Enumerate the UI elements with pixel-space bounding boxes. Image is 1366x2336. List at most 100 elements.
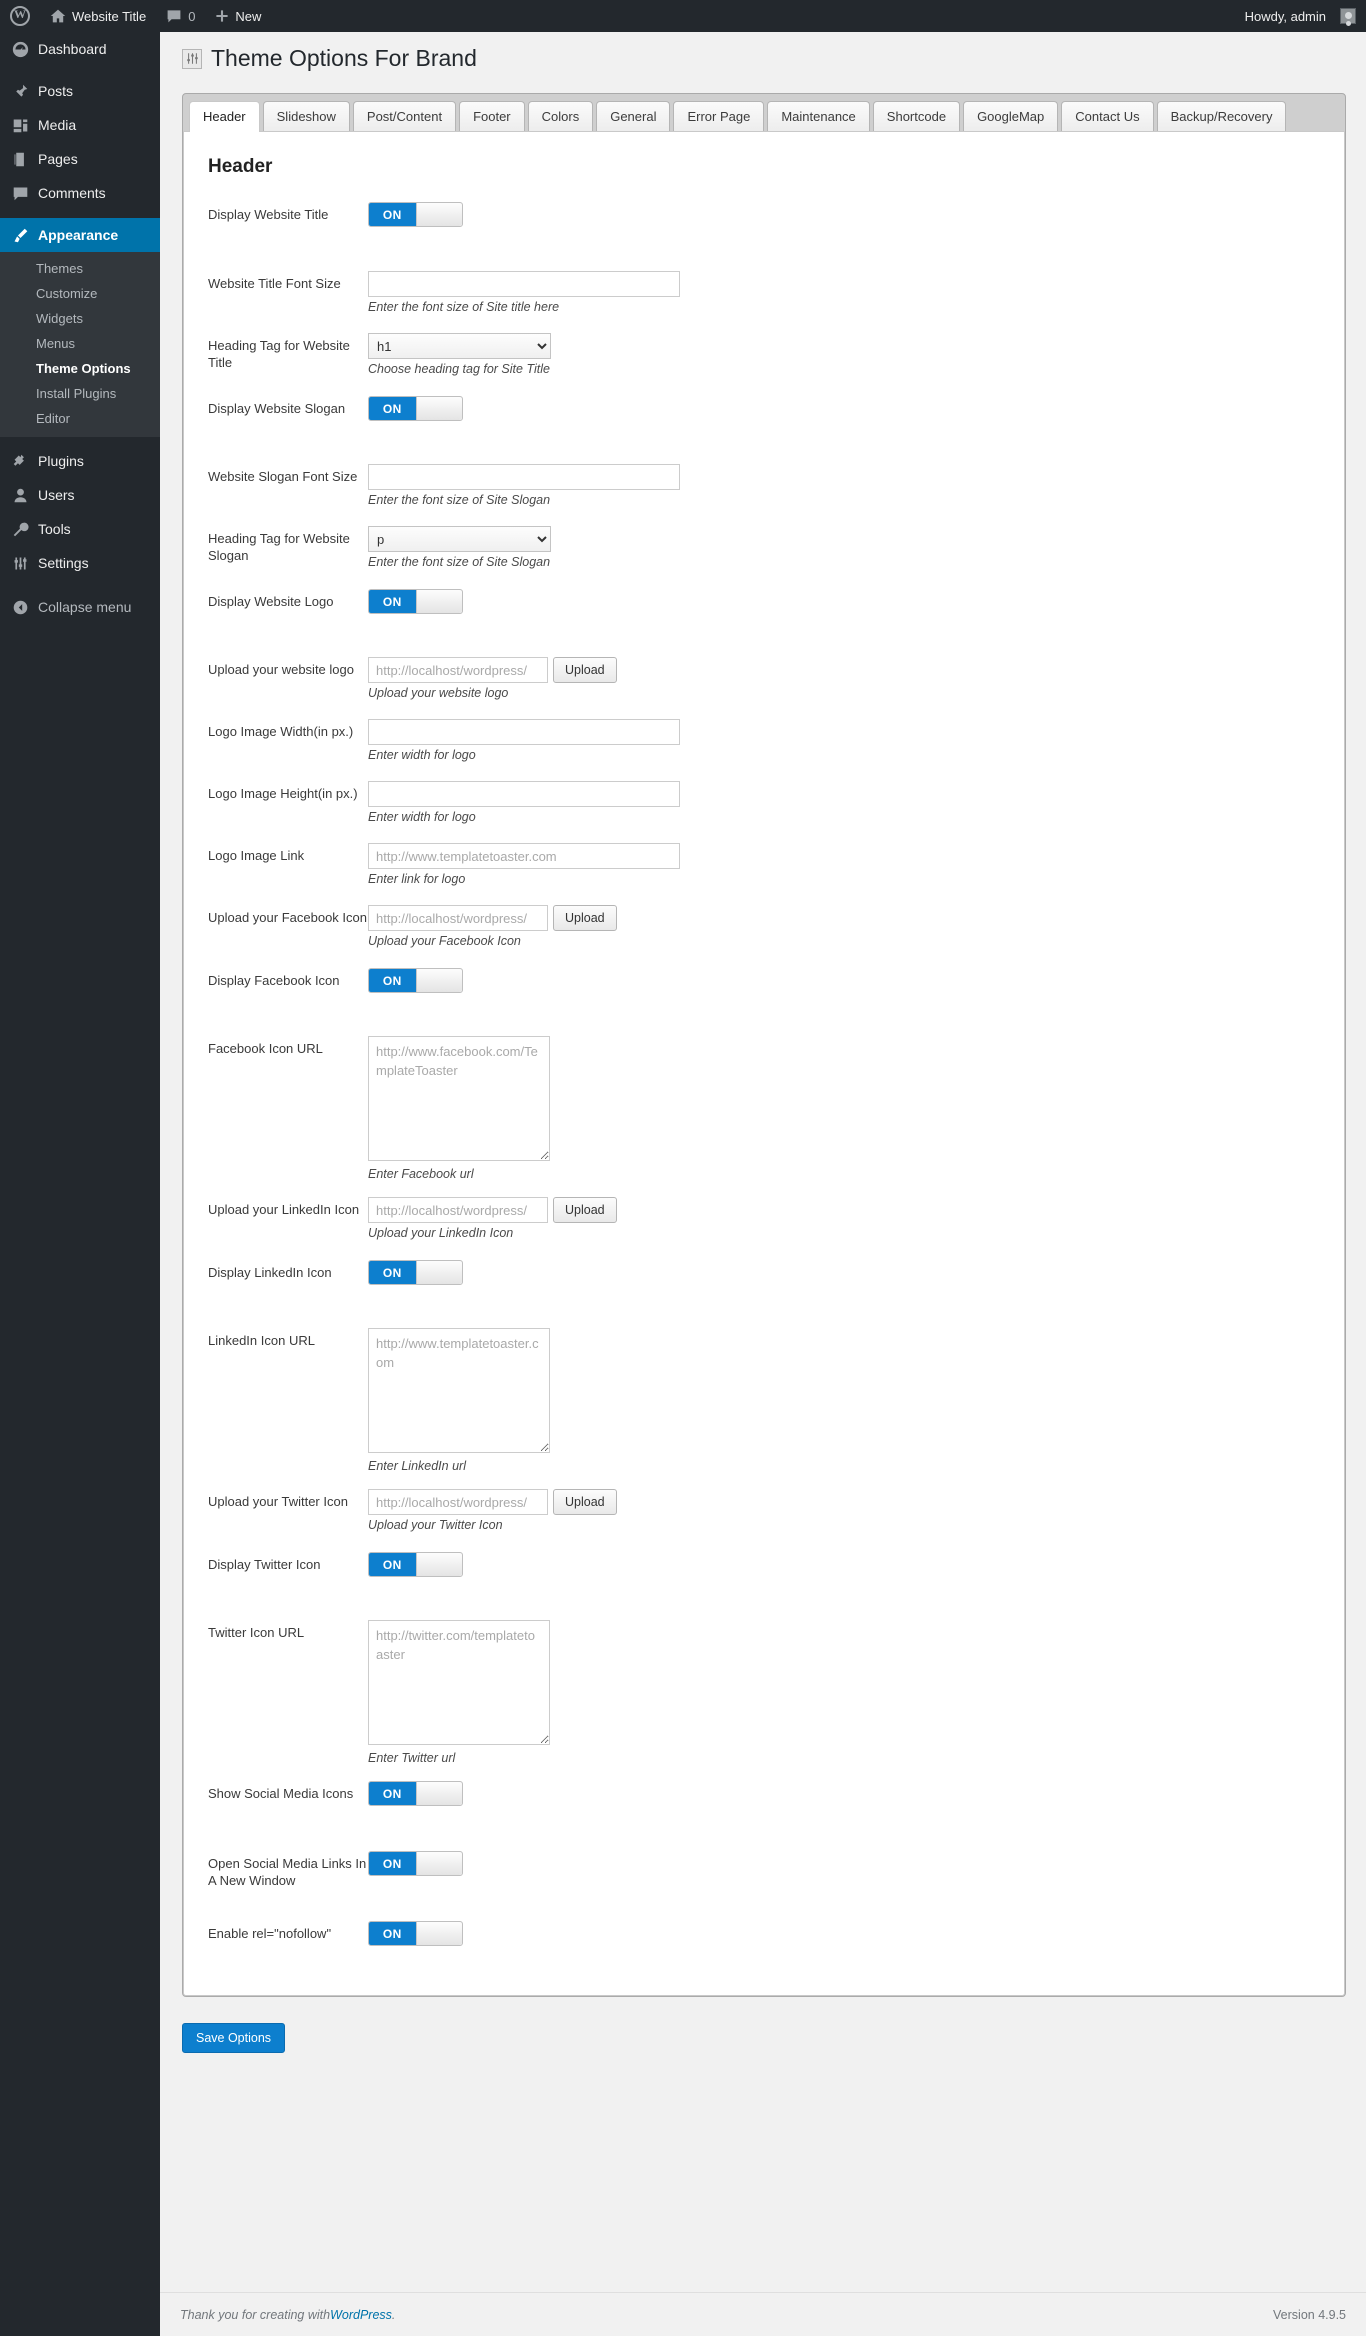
enable-rel-nofollow-toggle[interactable]: ON bbox=[368, 1921, 463, 1946]
website-title-font-size-input[interactable] bbox=[368, 271, 680, 297]
comment-count: 0 bbox=[188, 8, 196, 24]
website-slogan-font-size-input[interactable] bbox=[368, 464, 680, 490]
sidebar-item-collapse[interactable]: Collapse menu bbox=[0, 590, 160, 624]
sidebar-label: Settings bbox=[38, 555, 89, 571]
display-facebook-icon-toggle[interactable]: ON bbox=[368, 968, 463, 993]
field-row: Upload your website logo Upload Upload y… bbox=[208, 655, 1320, 703]
toggle-on-label: ON bbox=[369, 203, 416, 226]
tab-slideshow[interactable]: Slideshow bbox=[262, 101, 350, 131]
tab-error-page[interactable]: Error Page bbox=[673, 101, 765, 131]
field-description: Enter width for logo bbox=[368, 748, 476, 762]
display-website-slogan-toggle[interactable]: ON bbox=[368, 396, 463, 421]
upload-linkedin-icon-input[interactable] bbox=[368, 1197, 548, 1223]
field-row: Upload your Facebook Icon Upload Upload … bbox=[208, 903, 1320, 951]
plug-icon bbox=[13, 454, 24, 466]
comment-icon bbox=[13, 187, 28, 200]
upload-website-logo-input[interactable] bbox=[368, 657, 548, 683]
upload-group: Upload bbox=[368, 1489, 1320, 1515]
show-social-media-icons-toggle[interactable]: ON bbox=[368, 1781, 463, 1806]
heading-tag-website-slogan-select[interactable]: p bbox=[368, 526, 551, 552]
toggle-knob bbox=[415, 1782, 462, 1805]
tab-header[interactable]: Header bbox=[189, 101, 260, 132]
new-content-menu[interactable]: New bbox=[205, 0, 271, 32]
field-label: Display Website Slogan bbox=[208, 401, 346, 416]
wp-logo-menu[interactable] bbox=[0, 0, 40, 32]
field-row: Logo Image Height(in px.) Enter width fo… bbox=[208, 779, 1320, 827]
toggle-on-label: ON bbox=[369, 1553, 416, 1576]
tab-backup-recovery[interactable]: Backup/Recovery bbox=[1156, 101, 1287, 131]
my-account-menu[interactable]: Howdy, admin bbox=[1235, 0, 1366, 32]
tab-contact-us[interactable]: Contact Us bbox=[1061, 101, 1154, 131]
sidebar-item-appearance[interactable]: Appearance bbox=[0, 218, 168, 252]
toggle-on-label: ON bbox=[369, 1782, 416, 1805]
upload-group: Upload bbox=[368, 905, 1320, 931]
upload-twitter-icon-button[interactable]: Upload bbox=[553, 1489, 617, 1515]
sidebar-item-posts[interactable]: Posts bbox=[0, 74, 160, 108]
field-control: h1 Choose heading tag for Site Title bbox=[368, 331, 1320, 376]
upload-website-logo-button[interactable]: Upload bbox=[553, 657, 617, 683]
sidebar-item-comments[interactable]: Comments bbox=[0, 176, 160, 210]
field-row: Website Slogan Font Size Enter the font … bbox=[208, 462, 1320, 510]
upload-facebook-icon-input[interactable] bbox=[368, 905, 548, 931]
field-label: Facebook Icon URL bbox=[208, 1041, 323, 1056]
sidebar-item-dashboard[interactable]: Dashboard bbox=[0, 32, 160, 66]
field-label: Logo Image Width(in px.) bbox=[208, 724, 354, 739]
sidebar-item-tools[interactable]: Tools bbox=[0, 512, 160, 546]
display-website-logo-toggle[interactable]: ON bbox=[368, 589, 463, 614]
field-description: Enter Twitter url bbox=[368, 1751, 456, 1765]
field-control: ON bbox=[368, 587, 1320, 614]
tab-general[interactable]: General bbox=[596, 101, 671, 131]
submenu-item-install-plugins[interactable]: Install Plugins bbox=[0, 381, 160, 406]
tab-shortcode[interactable]: Shortcode bbox=[872, 101, 961, 131]
sidebar-item-users[interactable]: Users bbox=[0, 478, 160, 512]
wordpress-link[interactable]: WordPress bbox=[330, 2308, 392, 2322]
sidebar-item-pages[interactable]: Pages bbox=[0, 142, 160, 176]
field-label: Upload your LinkedIn Icon bbox=[208, 1202, 360, 1217]
display-twitter-icon-toggle[interactable]: ON bbox=[368, 1552, 463, 1577]
tab-maintenance[interactable]: Maintenance bbox=[767, 101, 870, 131]
field-row: Display LinkedIn Icon ON bbox=[208, 1258, 1320, 1306]
site-name-menu[interactable]: Website Title bbox=[40, 0, 156, 32]
upload-facebook-icon-button[interactable]: Upload bbox=[553, 905, 617, 931]
tab-post-content[interactable]: Post/Content bbox=[352, 101, 457, 131]
tab-colors[interactable]: Colors bbox=[527, 101, 594, 131]
footer-thanks-prefix: Thank you for creating with bbox=[180, 2307, 331, 2322]
submenu-item-menus[interactable]: Menus bbox=[0, 331, 160, 356]
facebook-icon-url-textarea[interactable] bbox=[368, 1036, 550, 1161]
sidebar-label: Media bbox=[38, 117, 77, 133]
tab-googlemap[interactable]: GoogleMap bbox=[963, 101, 1059, 131]
submenu-item-theme-options[interactable]: Theme Options bbox=[0, 356, 160, 381]
twitter-icon-url-textarea[interactable] bbox=[368, 1620, 550, 1745]
open-social-links-new-window-toggle[interactable]: ON bbox=[368, 1851, 463, 1876]
sidebar-label: Pages bbox=[38, 151, 78, 167]
logo-image-width-input[interactable] bbox=[368, 719, 680, 745]
tab-footer[interactable]: Footer bbox=[459, 101, 525, 131]
field-description: Enter link for logo bbox=[368, 872, 466, 886]
submenu-item-themes[interactable]: Themes bbox=[0, 256, 160, 281]
upload-linkedin-icon-button[interactable]: Upload bbox=[553, 1197, 617, 1223]
field-control: Enter Facebook url bbox=[368, 1034, 1320, 1181]
submenu-item-widgets[interactable]: Widgets bbox=[0, 306, 160, 331]
upload-twitter-icon-input[interactable] bbox=[368, 1489, 548, 1515]
home-icon bbox=[50, 9, 66, 23]
heading-tag-website-title-select[interactable]: h1 bbox=[368, 333, 551, 359]
save-options-button[interactable]: Save Options bbox=[182, 2023, 286, 2053]
plus-icon bbox=[216, 10, 229, 22]
field-label: Display Facebook Icon bbox=[208, 973, 340, 988]
display-website-title-toggle[interactable]: ON bbox=[368, 202, 463, 227]
field-control: Enter Twitter url bbox=[368, 1618, 1320, 1765]
field-control: ON bbox=[368, 200, 1320, 227]
display-linkedin-icon-toggle[interactable]: ON bbox=[368, 1260, 463, 1285]
sidebar-item-settings[interactable]: Settings bbox=[0, 546, 160, 580]
sidebar-label: Tools bbox=[38, 521, 71, 537]
field-control: Upload Upload your website logo bbox=[368, 655, 1320, 700]
linkedin-icon-url-textarea[interactable] bbox=[368, 1328, 550, 1453]
field-row: Display Website Title ON bbox=[208, 200, 1320, 248]
submenu-item-customize[interactable]: Customize bbox=[0, 281, 160, 306]
logo-image-height-input[interactable] bbox=[368, 781, 680, 807]
sidebar-item-plugins[interactable]: Plugins bbox=[0, 444, 160, 478]
comments-menu[interactable]: 0 bbox=[156, 0, 205, 32]
submenu-item-editor[interactable]: Editor bbox=[0, 406, 160, 431]
sidebar-item-media[interactable]: Media bbox=[0, 108, 160, 142]
logo-image-link-input[interactable] bbox=[368, 843, 680, 869]
